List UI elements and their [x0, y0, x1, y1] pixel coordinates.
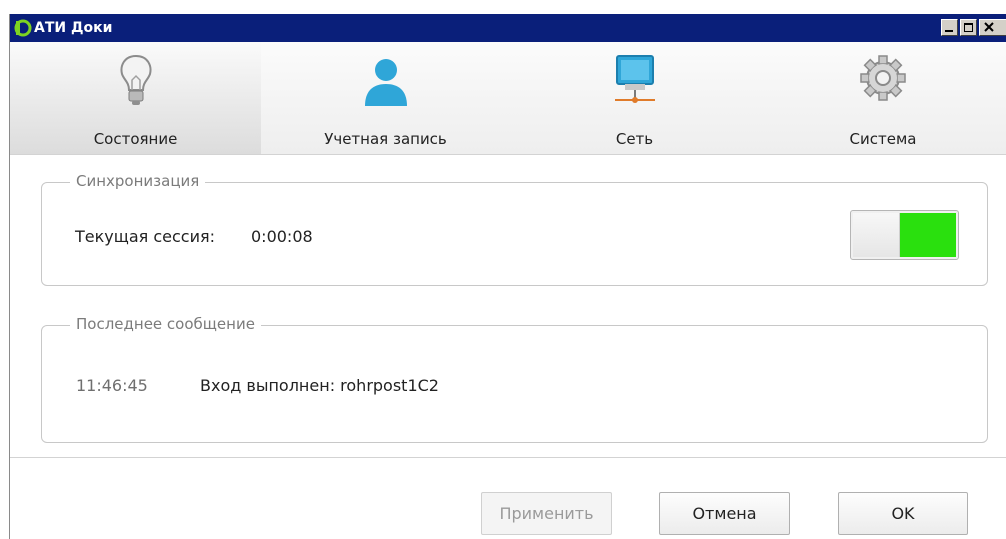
title-bar[interactable]: АТИ Доки	[10, 14, 1006, 42]
close-icon	[984, 22, 994, 32]
minimize-button[interactable]	[941, 19, 958, 36]
last-message-legend: Последнее сообщение	[70, 315, 261, 333]
maximize-icon	[964, 23, 973, 32]
session-value: 0:00:08	[251, 227, 313, 246]
minimize-icon	[945, 30, 953, 32]
sync-toggle[interactable]	[850, 210, 959, 260]
tab-status-label: Состояние	[93, 130, 178, 148]
app-logo-icon	[14, 19, 32, 37]
sync-group-legend: Синхронизация	[70, 172, 206, 190]
last-message-group: Последнее сообщение 11:46:45 Вход выполн…	[41, 315, 988, 443]
tab-account[interactable]: Учетная запись	[261, 42, 510, 154]
sync-group: Синхронизация Текущая сессия: 0:00:08	[41, 172, 988, 286]
lightbulb-icon	[120, 54, 151, 105]
tab-status[interactable]: Состояние	[10, 42, 261, 154]
tab-network[interactable]: Сеть	[510, 42, 759, 154]
network-monitor-icon	[614, 55, 655, 103]
tab-network-label: Сеть	[615, 130, 654, 148]
session-label: Текущая сессия:	[75, 227, 215, 246]
dialog-footer: Применить Отмена OK	[10, 457, 1006, 539]
cancel-button[interactable]: Отмена	[659, 492, 790, 535]
sync-toggle-knob[interactable]	[853, 213, 900, 257]
settings-toolbar: Состояние Учетная запись Сеть Система	[10, 42, 1006, 155]
maximize-button[interactable]	[960, 19, 977, 36]
tab-system-label: Система	[849, 130, 917, 148]
tab-account-label: Учетная запись	[324, 130, 447, 148]
tab-system[interactable]: Система	[759, 42, 1006, 154]
message-time: 11:46:45	[76, 376, 148, 395]
user-icon	[364, 59, 407, 106]
close-button[interactable]	[979, 19, 1006, 36]
sync-toggle-on-indicator	[900, 213, 956, 257]
ok-button[interactable]: OK	[838, 492, 968, 535]
app-window: АТИ Доки Состояние Учетная запись Сеть С…	[9, 14, 1006, 539]
window-title: АТИ Доки	[34, 20, 113, 36]
gear-icon	[860, 55, 906, 101]
message-text: Вход выполнен: rohrpost1C2	[200, 376, 439, 395]
apply-button[interactable]: Применить	[481, 492, 612, 535]
